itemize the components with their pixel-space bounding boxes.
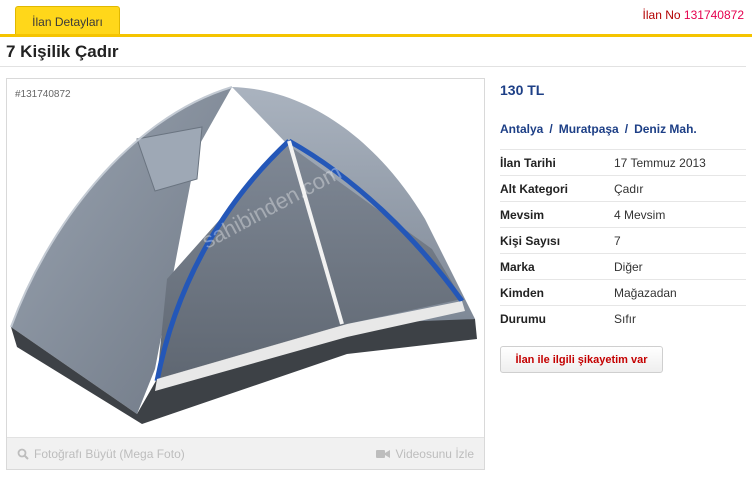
watch-video-link[interactable]: Videosunu İzle [376,447,474,461]
detail-value: 17 Temmuz 2013 [614,155,706,170]
detail-value: Mağazadan [614,285,677,300]
location-separator: / [549,122,553,136]
listing-number-value: 131740872 [683,8,744,22]
detail-row: Marka Diğer [500,253,746,279]
tent-photo[interactable]: sahibinden.com [7,79,484,437]
photo-id: #131740872 [15,89,71,100]
detail-row: İlan Tarihi 17 Temmuz 2013 [500,149,746,175]
location-neighborhood[interactable]: Deniz Mah. [634,122,697,136]
detail-key: İlan Tarihi [500,155,556,170]
title-divider [0,66,746,67]
photo-footer: Fotoğrafı Büyüt (Mega Foto) Videosunu İz… [7,437,484,469]
detail-row: Durumu Sıfır [500,305,746,331]
location-separator: / [624,122,629,136]
location-city[interactable]: Antalya [500,122,543,136]
detail-row: Mevsim 4 Mevsim [500,201,746,227]
detail-key: Marka [500,259,535,274]
detail-row: Alt Kategori Çadır [500,175,746,201]
tab-bar: İlan Detayları İlan No 131740872 [0,0,752,37]
price: 130 TL [500,82,545,98]
detail-key: Mevsim [500,207,545,222]
location-breadcrumb: Antalya / Muratpaşa / Deniz Mah. [500,122,697,136]
search-icon [17,448,29,460]
detail-value: 4 Mevsim [614,207,666,222]
video-camera-icon [376,449,391,458]
detail-key: Durumu [500,311,546,326]
detail-value: Sıfır [614,311,637,326]
watch-video-label: Videosunu İzle [395,446,474,461]
tab-underline [0,34,752,37]
location-district[interactable]: Muratpaşa [559,122,619,136]
detail-row: Kişi Sayısı 7 [500,227,746,253]
details-table: İlan Tarihi 17 Temmuz 2013 Alt Kategori … [500,149,746,331]
detail-key: Alt Kategori [500,181,569,196]
detail-row: Kimden Mağazadan [500,279,746,305]
photo-viewer: sahibinden.com #131740872 Fotoğrafı Büyü… [6,78,485,470]
complaint-button[interactable]: İlan ile ilgili şikayetim var [500,346,663,373]
detail-key: Kimden [500,285,545,300]
listing-number: İlan No 131740872 [643,8,744,22]
enlarge-photo-label: Fotoğrafı Büyüt (Mega Foto) [34,446,185,461]
enlarge-photo-link[interactable]: Fotoğrafı Büyüt (Mega Foto) [17,447,185,461]
listing-number-label: İlan No [642,8,681,22]
detail-value: Çadır [614,181,644,196]
detail-key: Kişi Sayısı [500,233,561,248]
listing-title: 7 Kişilik Çadır [6,42,119,61]
detail-value: Diğer [614,259,643,274]
tab-ilan-detaylari[interactable]: İlan Detayları [15,6,120,36]
detail-value: 7 [614,233,621,248]
